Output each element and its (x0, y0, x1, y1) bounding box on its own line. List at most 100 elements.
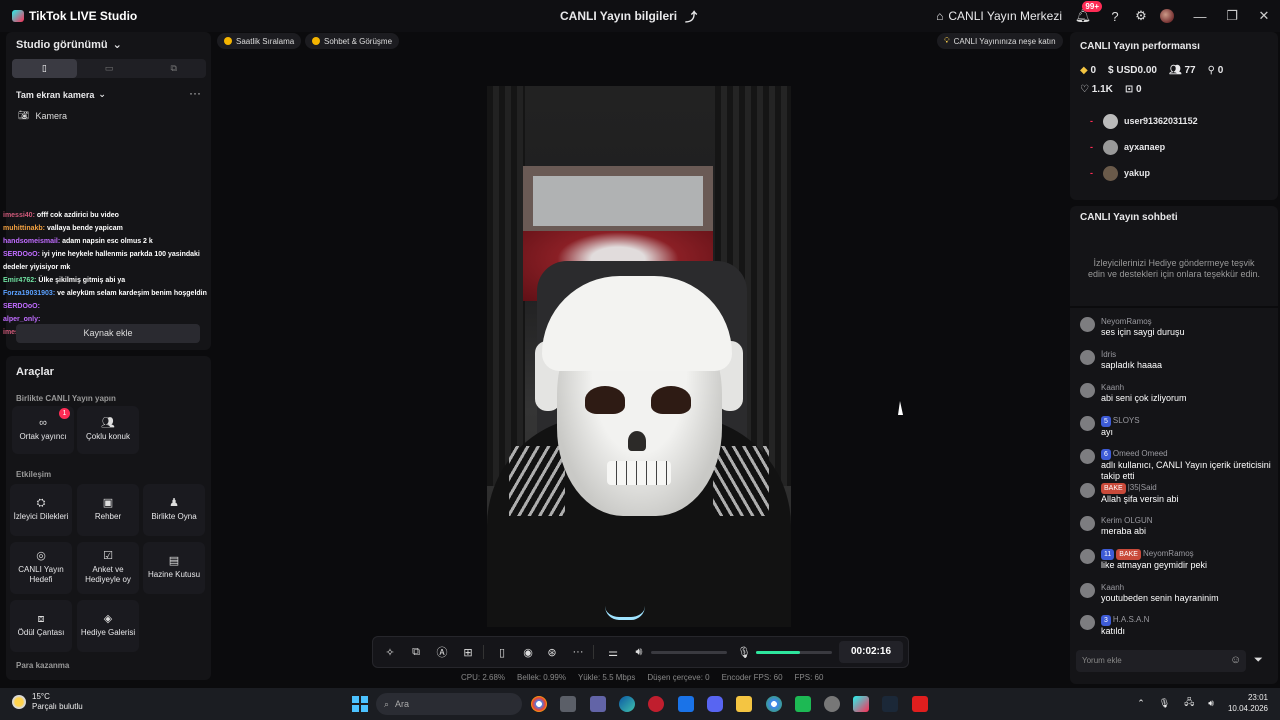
more-options-icon[interactable]: ··· (189, 86, 201, 100)
youtube-app-icon[interactable] (912, 696, 928, 712)
record-icon[interactable]: ◉ (519, 637, 537, 667)
source-camera[interactable]: 📷︎ Kamera (18, 110, 67, 121)
phone-icon[interactable]: ▯ (493, 637, 511, 667)
multi-guest-button[interactable]: 👥︎ Çoklu konuk (77, 406, 139, 454)
book-icon: ▣ (102, 497, 114, 509)
chat-message[interactable]: İdris sapladık haaaa (1080, 349, 1276, 371)
add-media-icon[interactable]: ⊞ (459, 637, 477, 667)
settings-app-icon[interactable] (824, 696, 840, 712)
magic-wand-icon[interactable]: ✧ (381, 637, 399, 667)
add-source-button[interactable]: Kaynak ekle (16, 324, 200, 343)
overlay-chat-message: adam napsin esc olmus 2 k (62, 238, 153, 245)
top-viewer[interactable]: - yakup (1090, 165, 1150, 181)
chrome-profile-app-icon[interactable] (766, 696, 782, 712)
emoji-icon[interactable]: ☺ (1230, 654, 1241, 666)
poll-button[interactable]: ☑ Anket ve Hediyeyle oy (77, 542, 139, 594)
live-info-title: CANLI Yayın bilgileri (560, 9, 678, 23)
help-button[interactable]: ? (1106, 7, 1124, 25)
top-viewer[interactable]: - user91362031152 (1090, 113, 1198, 129)
diamonds-value: 0 (1090, 65, 1097, 76)
tab-portrait[interactable]: ▯ (12, 59, 77, 78)
chat-message[interactable]: Kerim OLGUN meraba abi (1080, 515, 1276, 537)
stabilize-icon[interactable]: ⊛ (543, 637, 561, 667)
perf-title: CANLI Yayın performansı (1080, 41, 1200, 52)
green-app-icon[interactable] (795, 696, 811, 712)
tab-landscape[interactable]: ▭ (77, 59, 142, 78)
maximize-button[interactable]: ❐ (1216, 0, 1248, 32)
fun-tip-pill[interactable]: 💡︎ CANLI Yayınınıza neşe katın (937, 33, 1063, 49)
encoder-fps-stat: Encoder FPS: 60 (721, 673, 783, 682)
live-goal-button[interactable]: ◎ CANLI Yayın Hedefi (10, 542, 72, 594)
microphone-icon[interactable]: 🎙︎ (735, 637, 753, 667)
chat-message[interactable]: 11 BAKE NeyomRamoş like atmayan geymidir pe… (1080, 548, 1276, 571)
mic-slider[interactable] (756, 651, 832, 654)
chat-message[interactable]: Kaanh youtubeden senin hayraninim (1080, 582, 1276, 604)
viewer-wishes-button[interactable]: ⛭ İzleyici Dilekleri (10, 484, 72, 536)
gift-gallery-button[interactable]: ◈ Hediye Galerisi (77, 600, 139, 652)
discord-app-icon[interactable] (707, 696, 723, 712)
video-eye-left (585, 386, 625, 414)
folder-app-icon[interactable] (736, 696, 752, 712)
filter-icon[interactable]: ⏷ (1254, 654, 1263, 667)
tab-dual[interactable]: ⧉ (141, 59, 206, 78)
opera-app-icon[interactable] (648, 696, 664, 712)
mail-app-icon[interactable] (678, 696, 694, 712)
chat-message[interactable]: 6 Omeed Omeed adlı kullanıcı, CANLI Yayın … (1080, 448, 1276, 482)
chat-message[interactable]: 3 H.A.S.A.N katıldı (1080, 614, 1276, 637)
wish-icon: ⛭ (36, 497, 46, 509)
screen-icon[interactable]: ⧉ (407, 637, 425, 667)
edge-app-icon[interactable] (619, 696, 635, 712)
clock[interactable]: 23:01 10.04.2026 (1228, 692, 1268, 714)
chrome-app-icon[interactable] (531, 696, 547, 712)
treasure-box-button[interactable]: ▤ Hazine Kutusu (143, 542, 205, 594)
volume-icon[interactable]: 🔊︎ (630, 637, 648, 667)
network-icon[interactable]: 🖧︎ (1184, 695, 1194, 711)
people-icon: 👥︎ (1168, 65, 1182, 76)
chat-message[interactable]: BAKE |35|Said Allah şifa versin abi (1080, 482, 1276, 505)
avatar (1080, 583, 1095, 598)
profile-button[interactable] (1158, 7, 1176, 25)
co-host-button[interactable]: ∞ Ortak yayıncı 1 (12, 406, 74, 454)
store-app-icon[interactable] (560, 696, 576, 712)
studio-view-dropdown[interactable]: Studio görünümü ⌄ (16, 38, 122, 52)
play-together-button[interactable]: ♟ Birlikte Oyna (143, 484, 205, 536)
teams-app-icon[interactable] (590, 696, 606, 712)
close-button[interactable]: ✕ (1248, 0, 1280, 32)
weather-text: Parçalı bulutlu (32, 702, 83, 711)
reward-bag-button[interactable]: ⧈ Ödül Çantası (10, 600, 72, 652)
avatar (1080, 383, 1095, 398)
overlay-chat-user: alper_only: (3, 316, 41, 323)
live-info-button[interactable]: CANLI Yayın bilgileri ⤴ (560, 0, 697, 32)
app-title: TikTok LIVE Studio (29, 9, 138, 23)
scene-dropdown[interactable]: Tam ekran kamera ⌄ (16, 89, 106, 100)
ai-icon[interactable]: Ⓐ (433, 637, 451, 667)
more-icon[interactable]: ··· (569, 637, 587, 667)
live-center-button[interactable]: ⌂ CANLI Yayın Merkezi (936, 9, 1062, 23)
volume-slider[interactable] (651, 651, 727, 654)
steam-app-icon[interactable] (882, 696, 898, 712)
comment-input[interactable]: Yorum ekle (1076, 650, 1246, 672)
guide-button[interactable]: ▣ Rehber (77, 484, 139, 536)
chat-message[interactable]: Kaanh abi seni çok izliyorum (1080, 382, 1276, 404)
mixer-icon[interactable]: ⚌ (604, 637, 622, 667)
notifications-button[interactable]: 🔔︎ 99+ (1074, 1, 1102, 25)
chat-meet-pill[interactable]: Sohbet & Görüşme (305, 33, 400, 49)
mic-tray-icon[interactable]: 🎙︎ (1159, 698, 1170, 709)
chat-message[interactable]: 5 SLOYS ayı (1080, 415, 1276, 438)
tiktok-app-icon[interactable] (853, 696, 869, 712)
start-button[interactable] (352, 696, 368, 712)
taskbar-search[interactable]: ⌕ Ara (376, 693, 522, 715)
weather-widget[interactable]: 15°C Parçalı bulutlu (12, 692, 83, 712)
speaker-icon[interactable]: 🔊︎ (1208, 698, 1214, 709)
co-host-badge: 1 (59, 408, 70, 419)
camera-preview[interactable] (487, 86, 791, 627)
hourly-ranking-pill[interactable]: Saatlik Sıralama (217, 33, 302, 49)
mic-level (756, 651, 801, 654)
viewers-value: 77 (1184, 65, 1196, 76)
chevron-up-icon[interactable]: ⌃ (1137, 698, 1145, 709)
minimize-button[interactable]: — (1184, 0, 1216, 32)
top-viewer[interactable]: - аухапаер (1090, 139, 1165, 155)
chat-message[interactable]: NeyomRamoş ses için saygi duruşu (1080, 316, 1276, 338)
followers-stat: ⚲ 0 (1208, 65, 1224, 76)
settings-button[interactable]: ⚙ (1132, 7, 1150, 25)
